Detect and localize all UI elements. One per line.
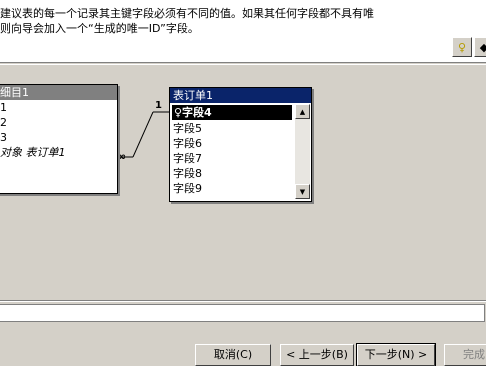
table-field[interactable]: 3: [0, 130, 117, 145]
divider: [0, 301, 486, 302]
set-primary-key-button[interactable]: ♀: [452, 37, 472, 57]
table-field[interactable]: 2: [0, 115, 117, 130]
field-list-item[interactable]: 字段6: [170, 136, 294, 151]
field-list: ♀字段4 字段5 字段6 字段7 字段8 字段9: [170, 104, 294, 196]
field-list-item[interactable]: 字段9: [170, 181, 294, 196]
finish-button[interactable]: 完成: [444, 344, 486, 366]
one-side-label: 1: [155, 100, 162, 111]
table-field[interactable]: 对象 表订单1: [0, 145, 117, 160]
scroll-up-button[interactable]: ▲: [295, 104, 310, 119]
cancel-button[interactable]: 取消(C): [195, 344, 271, 366]
field-list-item[interactable]: 字段5: [170, 121, 294, 136]
scroll-down-button[interactable]: ▼: [295, 184, 310, 199]
field-list-item-primary-key[interactable]: ♀字段4: [172, 105, 292, 120]
table-box-title: 细目1: [0, 85, 117, 100]
instruction-text: 建议表的每一个记录其主键字段必须有不同的值。如果其任何字段都不具有唯 则向导会加…: [0, 6, 374, 36]
toolbar-button[interactable]: ◆: [474, 37, 486, 57]
table-box-detail[interactable]: 细目1 1 2 3 对象 表订单1: [0, 84, 118, 194]
many-side-label: ∞: [117, 150, 127, 163]
field-list-item[interactable]: 字段7: [170, 151, 294, 166]
triangle-up-icon: ▲: [299, 107, 306, 116]
instruction-panel: 建议表的每一个记录其主键字段必须有不同的值。如果其任何字段都不具有唯 则向导会加…: [0, 0, 486, 63]
key-icon: ♀: [457, 40, 467, 54]
triangle-down-icon: ▼: [299, 187, 306, 196]
toolbar-icon: ◆: [479, 40, 486, 54]
instruction-line-1: 建议表的每一个记录其主键字段必须有不同的值。如果其任何字段都不具有唯: [0, 7, 374, 20]
field-list-item[interactable]: 字段8: [170, 166, 294, 181]
vertical-scrollbar[interactable]: ▲ ▼: [295, 104, 310, 199]
hint-box: [0, 304, 485, 322]
divider: [0, 64, 486, 65]
table-box-orders[interactable]: 表订单1 ♀字段4 字段5 字段6 字段7 字段8 字段9 ▲ ▼: [169, 87, 312, 202]
table-field[interactable]: 1: [0, 100, 117, 115]
back-button[interactable]: < 上一步(B): [280, 344, 354, 366]
next-button[interactable]: 下一步(N) >: [356, 343, 436, 366]
instruction-line-2: 则向导会加入一个“生成的唯一ID”字段。: [0, 22, 199, 35]
table-box-title: 表订单1: [170, 88, 311, 103]
